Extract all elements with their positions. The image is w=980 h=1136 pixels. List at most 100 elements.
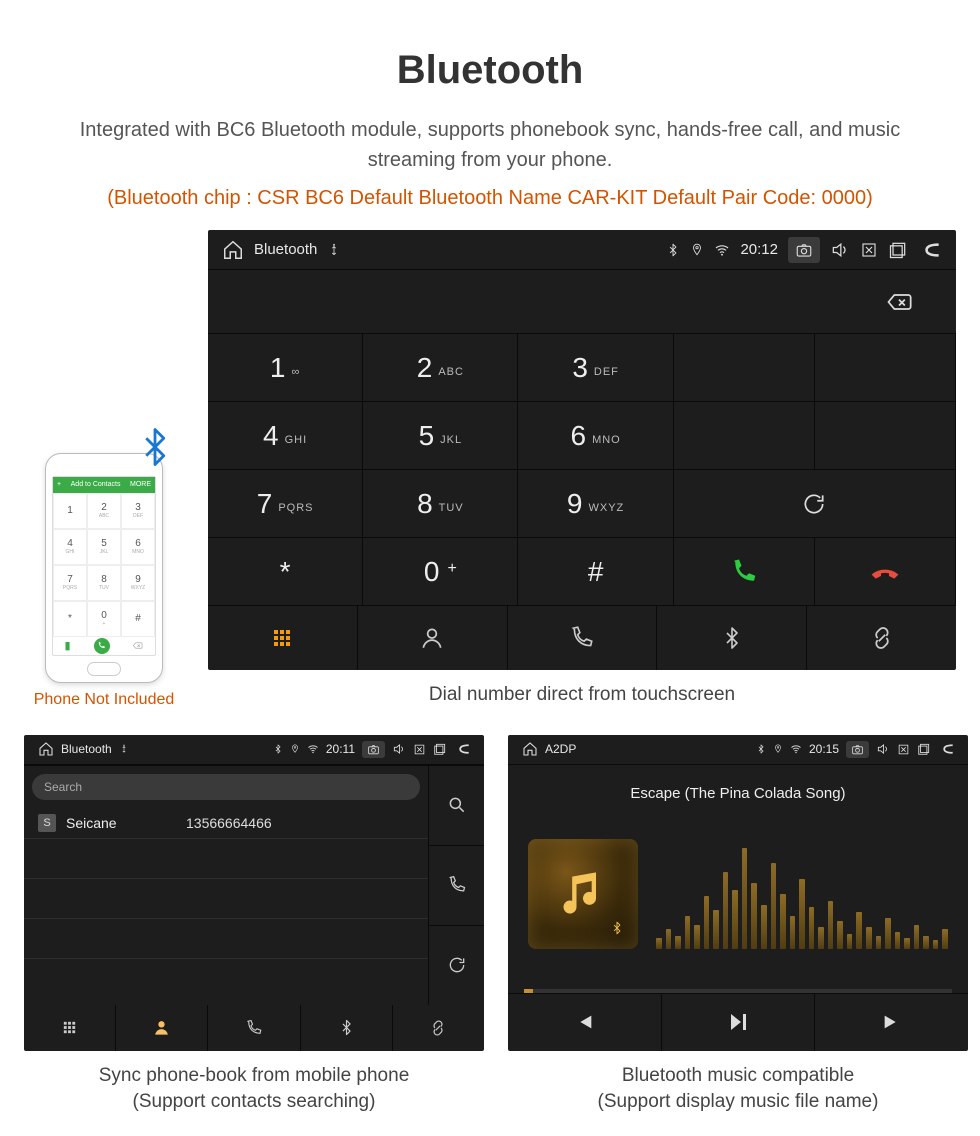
page-title: Bluetooth xyxy=(24,48,956,93)
dial-key-9[interactable]: 9WXYZ xyxy=(518,470,673,538)
tab-recent-calls[interactable] xyxy=(208,1005,300,1051)
camera-icon[interactable] xyxy=(846,741,869,758)
bluetooth-icon xyxy=(273,744,283,754)
phone-header-text: Add to Contacts xyxy=(71,481,121,488)
back-icon[interactable] xyxy=(938,742,958,756)
volume-icon[interactable] xyxy=(392,742,406,756)
next-button[interactable] xyxy=(815,994,968,1051)
tab-contacts[interactable] xyxy=(358,606,508,670)
dial-key-2[interactable]: 2ABC xyxy=(363,334,518,402)
wifi-icon xyxy=(790,743,802,755)
search-input[interactable]: Search xyxy=(32,774,420,800)
phone-key: * xyxy=(53,601,87,637)
play-pause-button[interactable] xyxy=(662,994,816,1051)
dial-key-7[interactable]: 7PQRS xyxy=(208,470,363,538)
home-icon[interactable] xyxy=(522,741,538,757)
contacts-caption: Sync phone-book from mobile phone(Suppor… xyxy=(99,1063,410,1116)
recent-apps-icon[interactable] xyxy=(433,742,447,756)
call-button[interactable] xyxy=(429,846,484,926)
dial-key-3[interactable]: 3DEF xyxy=(518,334,673,402)
contact-number: 13566664466 xyxy=(186,815,272,831)
volume-icon[interactable] xyxy=(830,240,850,260)
phone-key: 2ABC xyxy=(87,493,121,529)
usb-icon xyxy=(119,744,129,754)
dial-key-#[interactable]: # xyxy=(518,538,673,606)
dial-key-8[interactable]: 8TUV xyxy=(363,470,518,538)
search-button[interactable] xyxy=(429,766,484,846)
status-time: 20:11 xyxy=(326,742,355,756)
dialer-caption: Dial number direct from touchscreen xyxy=(208,682,956,709)
refresh-button[interactable] xyxy=(429,926,484,1005)
usb-icon xyxy=(327,243,341,257)
location-icon xyxy=(690,243,704,257)
phone-key: 6MNO xyxy=(121,529,155,565)
dial-key-5[interactable]: 5JKL xyxy=(363,402,518,470)
dial-input-area xyxy=(208,270,956,334)
dial-key-*[interactable]: * xyxy=(208,538,363,606)
back-icon[interactable] xyxy=(918,240,946,260)
contact-badge: S xyxy=(38,814,56,832)
dial-key-0[interactable]: 0+ xyxy=(363,538,518,606)
wifi-icon xyxy=(307,743,319,755)
close-icon[interactable] xyxy=(897,743,910,756)
status-bar: A2DP 20:15 xyxy=(508,735,968,765)
music-screen: A2DP 20:15 Escape (The Pina Colada Song) xyxy=(508,735,968,1051)
tab-dialpad[interactable] xyxy=(208,606,358,670)
status-title: Bluetooth xyxy=(61,742,112,756)
dial-key-6[interactable]: 6MNO xyxy=(518,402,673,470)
backspace-icon xyxy=(132,640,143,651)
prev-button[interactable] xyxy=(508,994,662,1051)
dial-spacer xyxy=(674,334,815,402)
tab-bluetooth[interactable] xyxy=(657,606,807,670)
phone-home-button xyxy=(87,662,121,676)
close-icon[interactable] xyxy=(413,743,426,756)
hangup-button[interactable] xyxy=(815,538,956,606)
music-caption: Bluetooth music compatible(Support displ… xyxy=(598,1063,879,1116)
bluetooth-badge-icon xyxy=(610,921,624,935)
location-icon xyxy=(773,744,783,754)
back-icon[interactable] xyxy=(454,742,474,756)
status-bar: Bluetooth 20:12 xyxy=(208,230,956,270)
redial-button[interactable] xyxy=(674,470,956,538)
camera-icon[interactable] xyxy=(362,741,385,758)
volume-icon[interactable] xyxy=(876,742,890,756)
backspace-button[interactable] xyxy=(882,288,916,316)
tab-recent-calls[interactable] xyxy=(508,606,658,670)
call-button[interactable] xyxy=(674,538,815,606)
close-icon[interactable] xyxy=(860,241,878,259)
dial-spacer xyxy=(674,402,815,470)
progress-bar[interactable] xyxy=(524,989,952,993)
tab-dialpad[interactable] xyxy=(24,1005,116,1051)
tab-pairing[interactable] xyxy=(393,1005,484,1051)
status-bar: Bluetooth 20:11 xyxy=(24,735,484,765)
tab-bluetooth[interactable] xyxy=(301,1005,393,1051)
camera-icon[interactable] xyxy=(788,237,820,263)
recent-apps-icon[interactable] xyxy=(888,240,908,260)
contact-row[interactable]: SSeicane13566664466 xyxy=(24,808,428,839)
status-title: A2DP xyxy=(545,742,576,756)
phone-more: MORE xyxy=(130,481,151,488)
home-icon[interactable] xyxy=(38,741,54,757)
phone-mockup: + Add to Contacts MORE 12ABC3DEF4GHI5JKL… xyxy=(45,453,163,683)
bluetooth-signal-icon xyxy=(134,426,176,468)
phone-key: 9WXYZ xyxy=(121,565,155,601)
status-title: Bluetooth xyxy=(254,241,317,258)
phone-add-icon: + xyxy=(57,481,61,488)
tab-contacts[interactable] xyxy=(116,1005,208,1051)
recent-apps-icon[interactable] xyxy=(917,742,931,756)
status-time: 20:15 xyxy=(809,742,839,756)
location-icon xyxy=(290,744,300,754)
dial-call-icon xyxy=(94,638,110,654)
phone-key: 8TUV xyxy=(87,565,121,601)
dial-key-4[interactable]: 4GHI xyxy=(208,402,363,470)
track-title: Escape (The Pina Colada Song) xyxy=(508,765,968,810)
music-note-icon xyxy=(557,868,609,920)
phone-key: 7PQRS xyxy=(53,565,87,601)
bluetooth-specs: (Bluetooth chip : CSR BC6 Default Blueto… xyxy=(24,187,956,210)
phone-key: # xyxy=(121,601,155,637)
tab-pairing[interactable] xyxy=(807,606,956,670)
dial-key-1[interactable]: 1∞ xyxy=(208,334,363,402)
status-time: 20:12 xyxy=(740,241,778,258)
dial-spacer xyxy=(815,402,956,470)
home-icon[interactable] xyxy=(222,239,244,261)
